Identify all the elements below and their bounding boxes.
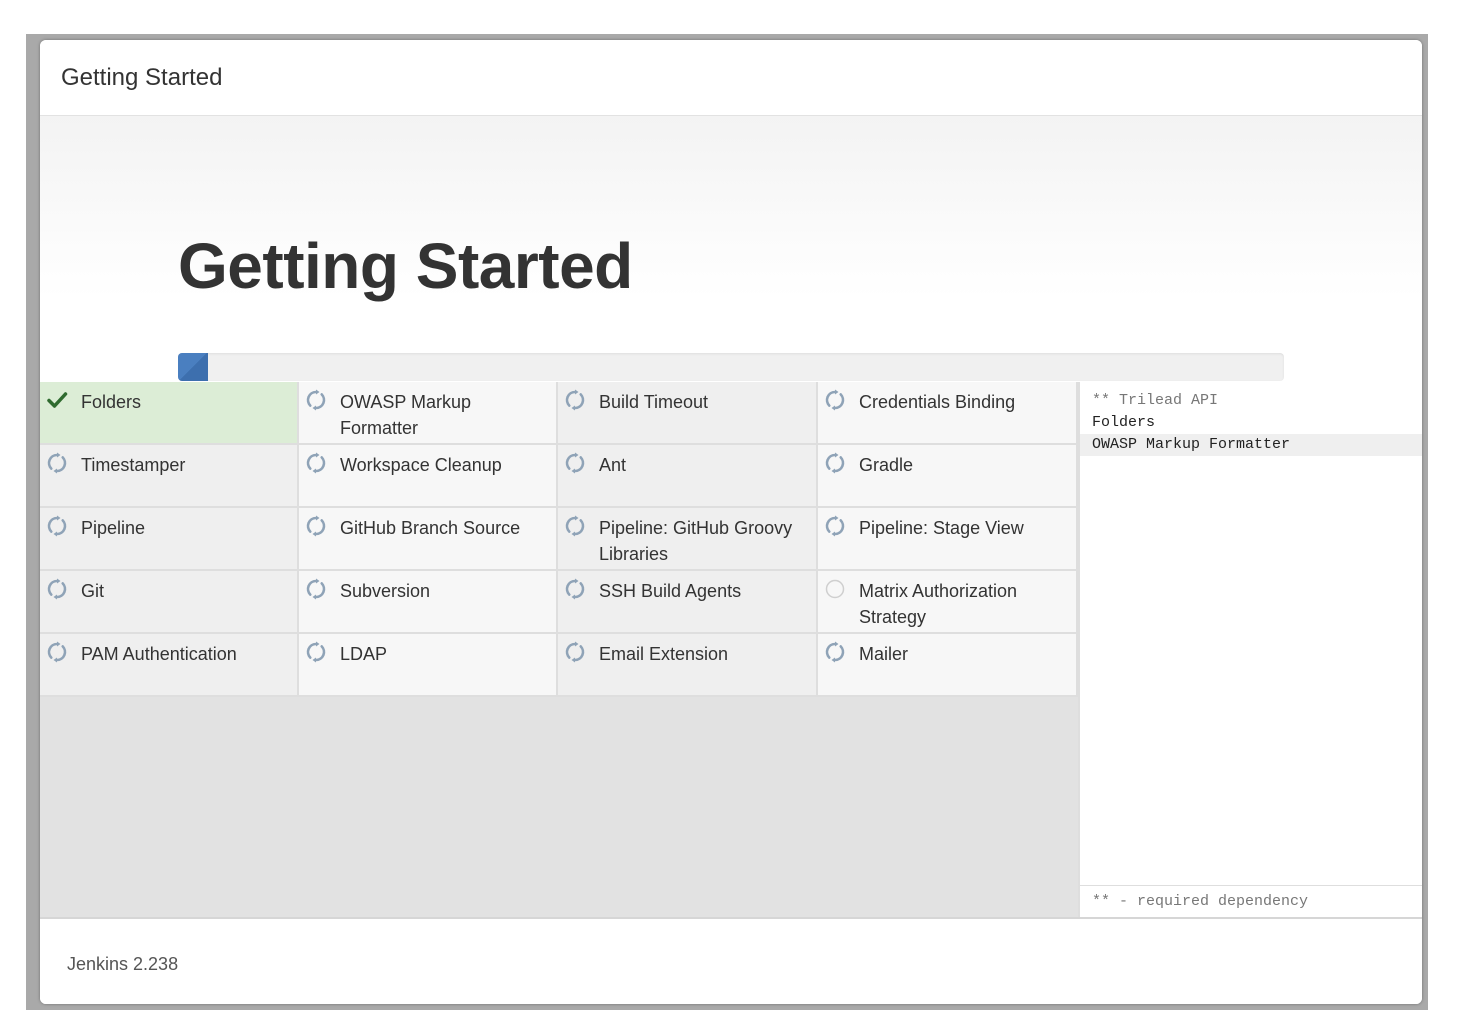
plugin-cell: Git [40, 571, 299, 634]
plugin-cell: PAM Authentication [40, 634, 299, 697]
refresh-icon [564, 389, 586, 411]
version-label: Jenkins 2.238 [67, 954, 179, 974]
plugin-cell: Email Extension [558, 634, 818, 697]
plugin-grid: Folders OWASP Markup Formatter Build Timeo… [40, 382, 1078, 697]
plugin-cell: Ant [558, 445, 818, 508]
plugin-label: Ant [599, 455, 627, 475]
plugin-label: Pipeline: Stage View [859, 518, 1024, 538]
plugin-grid-area: Folders OWASP Markup Formatter Build Timeo… [40, 382, 1078, 917]
plugin-cell: OWASP Markup Formatter [299, 382, 558, 445]
plugin-cell: Folders [40, 382, 299, 445]
hero-section: Getting Started [40, 116, 1422, 421]
plugin-cell: Mailer [818, 634, 1078, 697]
plugin-cell: Pipeline: GitHub Groovy Libraries [558, 508, 818, 571]
plugin-cell: GitHub Branch Source [299, 508, 558, 571]
log-legend: ** - required dependency [1080, 885, 1422, 917]
refresh-icon [564, 515, 586, 537]
refresh-icon [824, 515, 846, 537]
plugin-label: GitHub Branch Source [340, 518, 521, 538]
log-line: Folders [1092, 414, 1156, 431]
plugin-cell: Build Timeout [558, 382, 818, 445]
plugin-label: Workspace Cleanup [340, 455, 502, 475]
plugin-cell: Pipeline [40, 508, 299, 571]
refresh-icon [824, 641, 846, 663]
plugin-cell: Workspace Cleanup [299, 445, 558, 508]
check-icon [46, 389, 68, 411]
plugin-cell: Subversion [299, 571, 558, 634]
plugin-label: Pipeline [81, 518, 146, 538]
plugin-cell: Pipeline: Stage View [818, 508, 1078, 571]
plugin-label: Folders [81, 392, 142, 412]
refresh-icon [305, 515, 327, 537]
install-log-panel[interactable]: ** Trilead API Folders OWASP Markup Format… [1078, 382, 1422, 917]
refresh-icon [46, 515, 68, 537]
plugin-label: Gradle [859, 455, 914, 475]
plugin-label: LDAP [340, 644, 388, 664]
plugin-cell: Credentials Binding [818, 382, 1078, 445]
refresh-icon [564, 578, 586, 600]
plugin-label: Git [81, 581, 105, 601]
dialog-title: Getting Started [61, 64, 223, 91]
refresh-icon [824, 389, 846, 411]
plugin-label: Build Timeout [599, 392, 709, 412]
plugin-cell: SSH Build Agents [558, 571, 818, 634]
refresh-icon [46, 452, 68, 474]
plugin-label: SSH Build Agents [599, 581, 742, 601]
dialog-footer: Jenkins 2.238 [40, 917, 1422, 1004]
refresh-icon [46, 641, 68, 663]
refresh-icon [305, 452, 327, 474]
refresh-icon [564, 641, 586, 663]
plugin-cell: Gradle [818, 445, 1078, 508]
plugin-label: Email Extension [599, 644, 729, 664]
circle-icon [824, 578, 846, 600]
plugin-cell: Timestamper [40, 445, 299, 508]
refresh-icon [305, 389, 327, 411]
plugin-cell: LDAP [299, 634, 558, 697]
log-line: OWASP Markup Formatter [1080, 434, 1422, 456]
plugin-label: Pipeline: GitHub Groovy Libraries [599, 518, 793, 564]
install-log: ** Trilead API Folders OWASP Markup Format… [1080, 390, 1422, 456]
plugin-label: Credentials Binding [859, 392, 1016, 412]
log-line: ** Trilead API [1092, 392, 1219, 409]
plugin-label: Subversion [340, 581, 431, 601]
install-progress-fill [178, 353, 208, 381]
dialog-header: Getting Started [40, 40, 1422, 116]
refresh-icon [305, 641, 327, 663]
refresh-icon [564, 452, 586, 474]
page-title: Getting Started [178, 230, 633, 302]
refresh-icon [46, 578, 68, 600]
plugin-label: OWASP Markup Formatter [340, 392, 472, 438]
refresh-icon [824, 452, 846, 474]
setup-wizard-dialog: Getting Started Getting Started Folders O… [40, 40, 1422, 1004]
plugin-cell: Matrix Authorization Strategy [818, 571, 1078, 634]
plugin-label: Mailer [859, 644, 909, 664]
refresh-icon [305, 578, 327, 600]
install-progress-bar [178, 353, 1284, 381]
plugin-label: Timestamper [81, 455, 186, 475]
plugin-label: Matrix Authorization Strategy [859, 581, 1018, 627]
plugin-label: PAM Authentication [81, 644, 237, 664]
